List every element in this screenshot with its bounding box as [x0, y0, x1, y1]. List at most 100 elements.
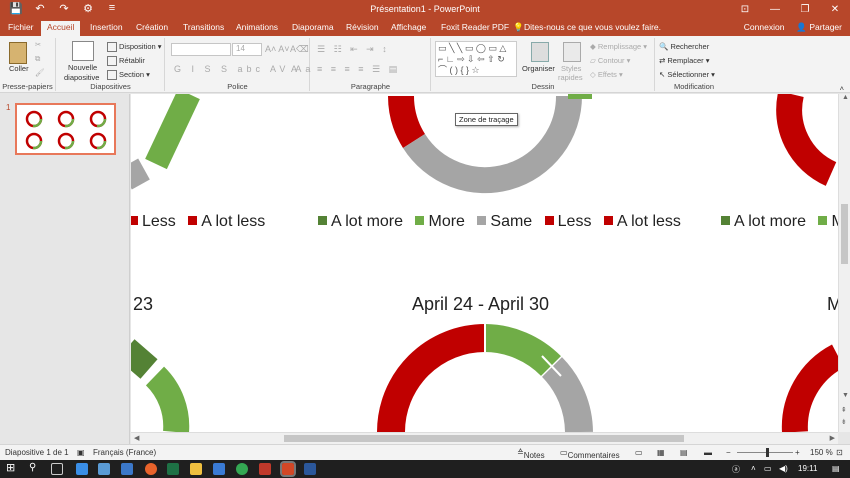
legend-alotmore-swatch [721, 216, 730, 226]
paste-button[interactable]: Coller [9, 64, 29, 73]
layout-button[interactable]: Disposition ▾ [107, 42, 162, 53]
next-slide-icon[interactable]: ⇟ [841, 418, 847, 426]
powerpoint-icon[interactable] [280, 461, 296, 477]
app-icon[interactable] [213, 463, 225, 475]
slideshow-icon[interactable]: ▬ [704, 448, 712, 457]
font-name-field[interactable] [171, 43, 231, 56]
select-button[interactable]: ↖ Sélectionner ▾ [659, 70, 715, 79]
notes-button[interactable]: ≙ Notes [517, 448, 545, 460]
new-slide-icon[interactable] [72, 41, 94, 61]
tell-me-input[interactable]: Dites-nous ce que vous voulez faire. [524, 22, 661, 32]
donut-right-bottom-red [781, 344, 838, 432]
slide-canvas[interactable]: Less A lot less A lot more More Same Les… [131, 94, 838, 432]
quick-styles-label[interactable]: Styles [561, 64, 581, 73]
cut-icon[interactable]: ✂ [35, 40, 41, 49]
legend-label: Less [557, 213, 592, 230]
language-indicator[interactable]: Français (France) [93, 448, 156, 457]
shape-outline-button[interactable]: ▱ Contour ▾ [590, 56, 630, 65]
scroll-left-icon[interactable]: ◀ [134, 434, 139, 442]
spellcheck-icon[interactable]: ▣ [77, 448, 85, 457]
signin-link[interactable]: Connexion [744, 22, 785, 33]
tab-revision[interactable]: Révision [346, 22, 379, 32]
comments-button[interactable]: ▭ Commentaires [560, 448, 620, 460]
find-button[interactable]: 🔍 Rechercher [659, 42, 709, 51]
ribbon-display-icon[interactable]: ⊡ [730, 0, 760, 20]
tab-insertion[interactable]: Insertion [90, 22, 123, 32]
app-icon[interactable] [121, 463, 133, 475]
shape-fill-button[interactable]: ◆ Remplissage ▾ [590, 42, 647, 51]
copy-icon[interactable]: ⧉ [35, 54, 40, 64]
quick-styles-label2[interactable]: rapides [558, 73, 583, 82]
collapse-ribbon-icon[interactable]: ˄ [840, 84, 844, 93]
tab-animations[interactable]: Animations [236, 22, 278, 32]
share-button[interactable]: 👤 Partager [796, 22, 842, 33]
search-icon[interactable]: ⚲ [29, 462, 41, 474]
font-color-icon[interactable]: A [291, 64, 297, 74]
minimize-button[interactable]: — [760, 0, 790, 20]
reset-button[interactable]: Rétablir [107, 56, 145, 67]
restore-button[interactable]: ❐ [790, 0, 820, 20]
prev-slide-icon[interactable]: ⇞ [841, 406, 847, 414]
fit-slide-icon[interactable]: ⊡ [836, 448, 843, 457]
arrange-icon[interactable] [531, 42, 549, 62]
tray-chevron-icon[interactable]: ˄ [751, 464, 756, 473]
chrome-icon[interactable] [236, 463, 248, 475]
scroll-up-icon[interactable]: ▲ [842, 94, 849, 101]
zoom-level[interactable]: 150 % [810, 448, 833, 457]
slide-sorter-icon[interactable]: ▦ [657, 448, 665, 457]
replace-button[interactable]: ⇄ Remplacer ▾ [659, 56, 710, 65]
app-icon[interactable] [259, 463, 271, 475]
zoom-out-icon[interactable]: − [726, 448, 731, 457]
clear-format-icon[interactable]: A⌫ [290, 44, 309, 55]
notifications-icon[interactable]: ▤ [832, 464, 840, 473]
scroll-down-icon[interactable]: ▼ [842, 392, 849, 399]
arrange-button[interactable]: Organiser [522, 64, 555, 73]
slide-thumbnail[interactable] [15, 103, 116, 155]
align-buttons[interactable]: ≡ ≡ ≡ ≡ ☰ ▤ [317, 64, 400, 75]
tab-transitions[interactable]: Transitions [183, 22, 224, 32]
shapes-gallery[interactable]: ▭ ╲ ╲ ▭ ◯ ▭ △ ⌐ ∟ ⇨ ⇩ ⇦ ⇧ ↻ ⌒ ( ) { } ☆ [435, 41, 517, 77]
file-explorer-icon[interactable] [190, 463, 202, 475]
horizontal-scrollbar[interactable]: ◀ ▶ [131, 432, 838, 444]
horizontal-scroll-thumb[interactable] [284, 435, 684, 442]
task-view-icon[interactable] [51, 463, 63, 475]
word-icon[interactable] [304, 463, 316, 475]
app-icon[interactable] [76, 463, 88, 475]
font-size-field[interactable]: 14 [232, 43, 262, 56]
clock[interactable]: 19:11 [798, 464, 817, 473]
tab-creation[interactable]: Création [136, 22, 168, 32]
close-button[interactable]: ✕ [820, 0, 850, 20]
new-slide-label2[interactable]: diapositive [64, 73, 99, 82]
thumbnail-donuts [25, 110, 107, 150]
format-painter-icon[interactable]: 🖌 [35, 68, 45, 77]
new-slide-label[interactable]: Nouvelle [68, 63, 97, 72]
tab-fichier[interactable]: Fichier [8, 22, 34, 32]
zoom-slider-thumb[interactable] [766, 448, 769, 457]
tab-affichage[interactable]: Affichage [391, 22, 426, 32]
legend-same-swatch [477, 216, 487, 226]
vertical-scroll-thumb[interactable] [841, 204, 848, 264]
vertical-scrollbar[interactable]: ▲ ▼ ⇞ ⇟ [838, 94, 850, 432]
zoom-slider[interactable] [737, 452, 793, 453]
section-button[interactable]: Section ▾ [107, 70, 150, 81]
firefox-icon[interactable] [145, 463, 157, 475]
tab-accueil[interactable]: Accueil [41, 21, 81, 36]
shape-effects-button[interactable]: ◇ Effets ▾ [590, 70, 623, 79]
volume-icon[interactable]: ◀) [779, 464, 788, 473]
font-grow-icon[interactable]: A˄ A˅ [265, 44, 290, 54]
app-icon[interactable] [98, 463, 110, 475]
zoom-in-icon[interactable]: + [795, 448, 800, 457]
quick-styles-icon[interactable] [563, 42, 581, 62]
windows-start-icon[interactable]: ⊞ [6, 461, 18, 474]
network-icon[interactable]: ▭ [764, 464, 772, 473]
list-buttons[interactable]: ☰ ☷ ⇤ ⇥ ↕ [317, 44, 390, 55]
normal-view-icon[interactable]: ▭ [635, 448, 643, 457]
paste-icon[interactable] [9, 42, 27, 64]
excel-icon[interactable] [167, 463, 179, 475]
person-icon[interactable]: ⓐ [732, 464, 740, 475]
reading-view-icon[interactable]: ▤ [680, 448, 688, 457]
scroll-right-icon[interactable]: ▶ [830, 434, 835, 442]
tab-foxit[interactable]: Foxit Reader PDF [441, 22, 509, 32]
tab-diaporama[interactable]: Diaporama [292, 22, 334, 32]
notes-label: Notes [523, 451, 545, 460]
